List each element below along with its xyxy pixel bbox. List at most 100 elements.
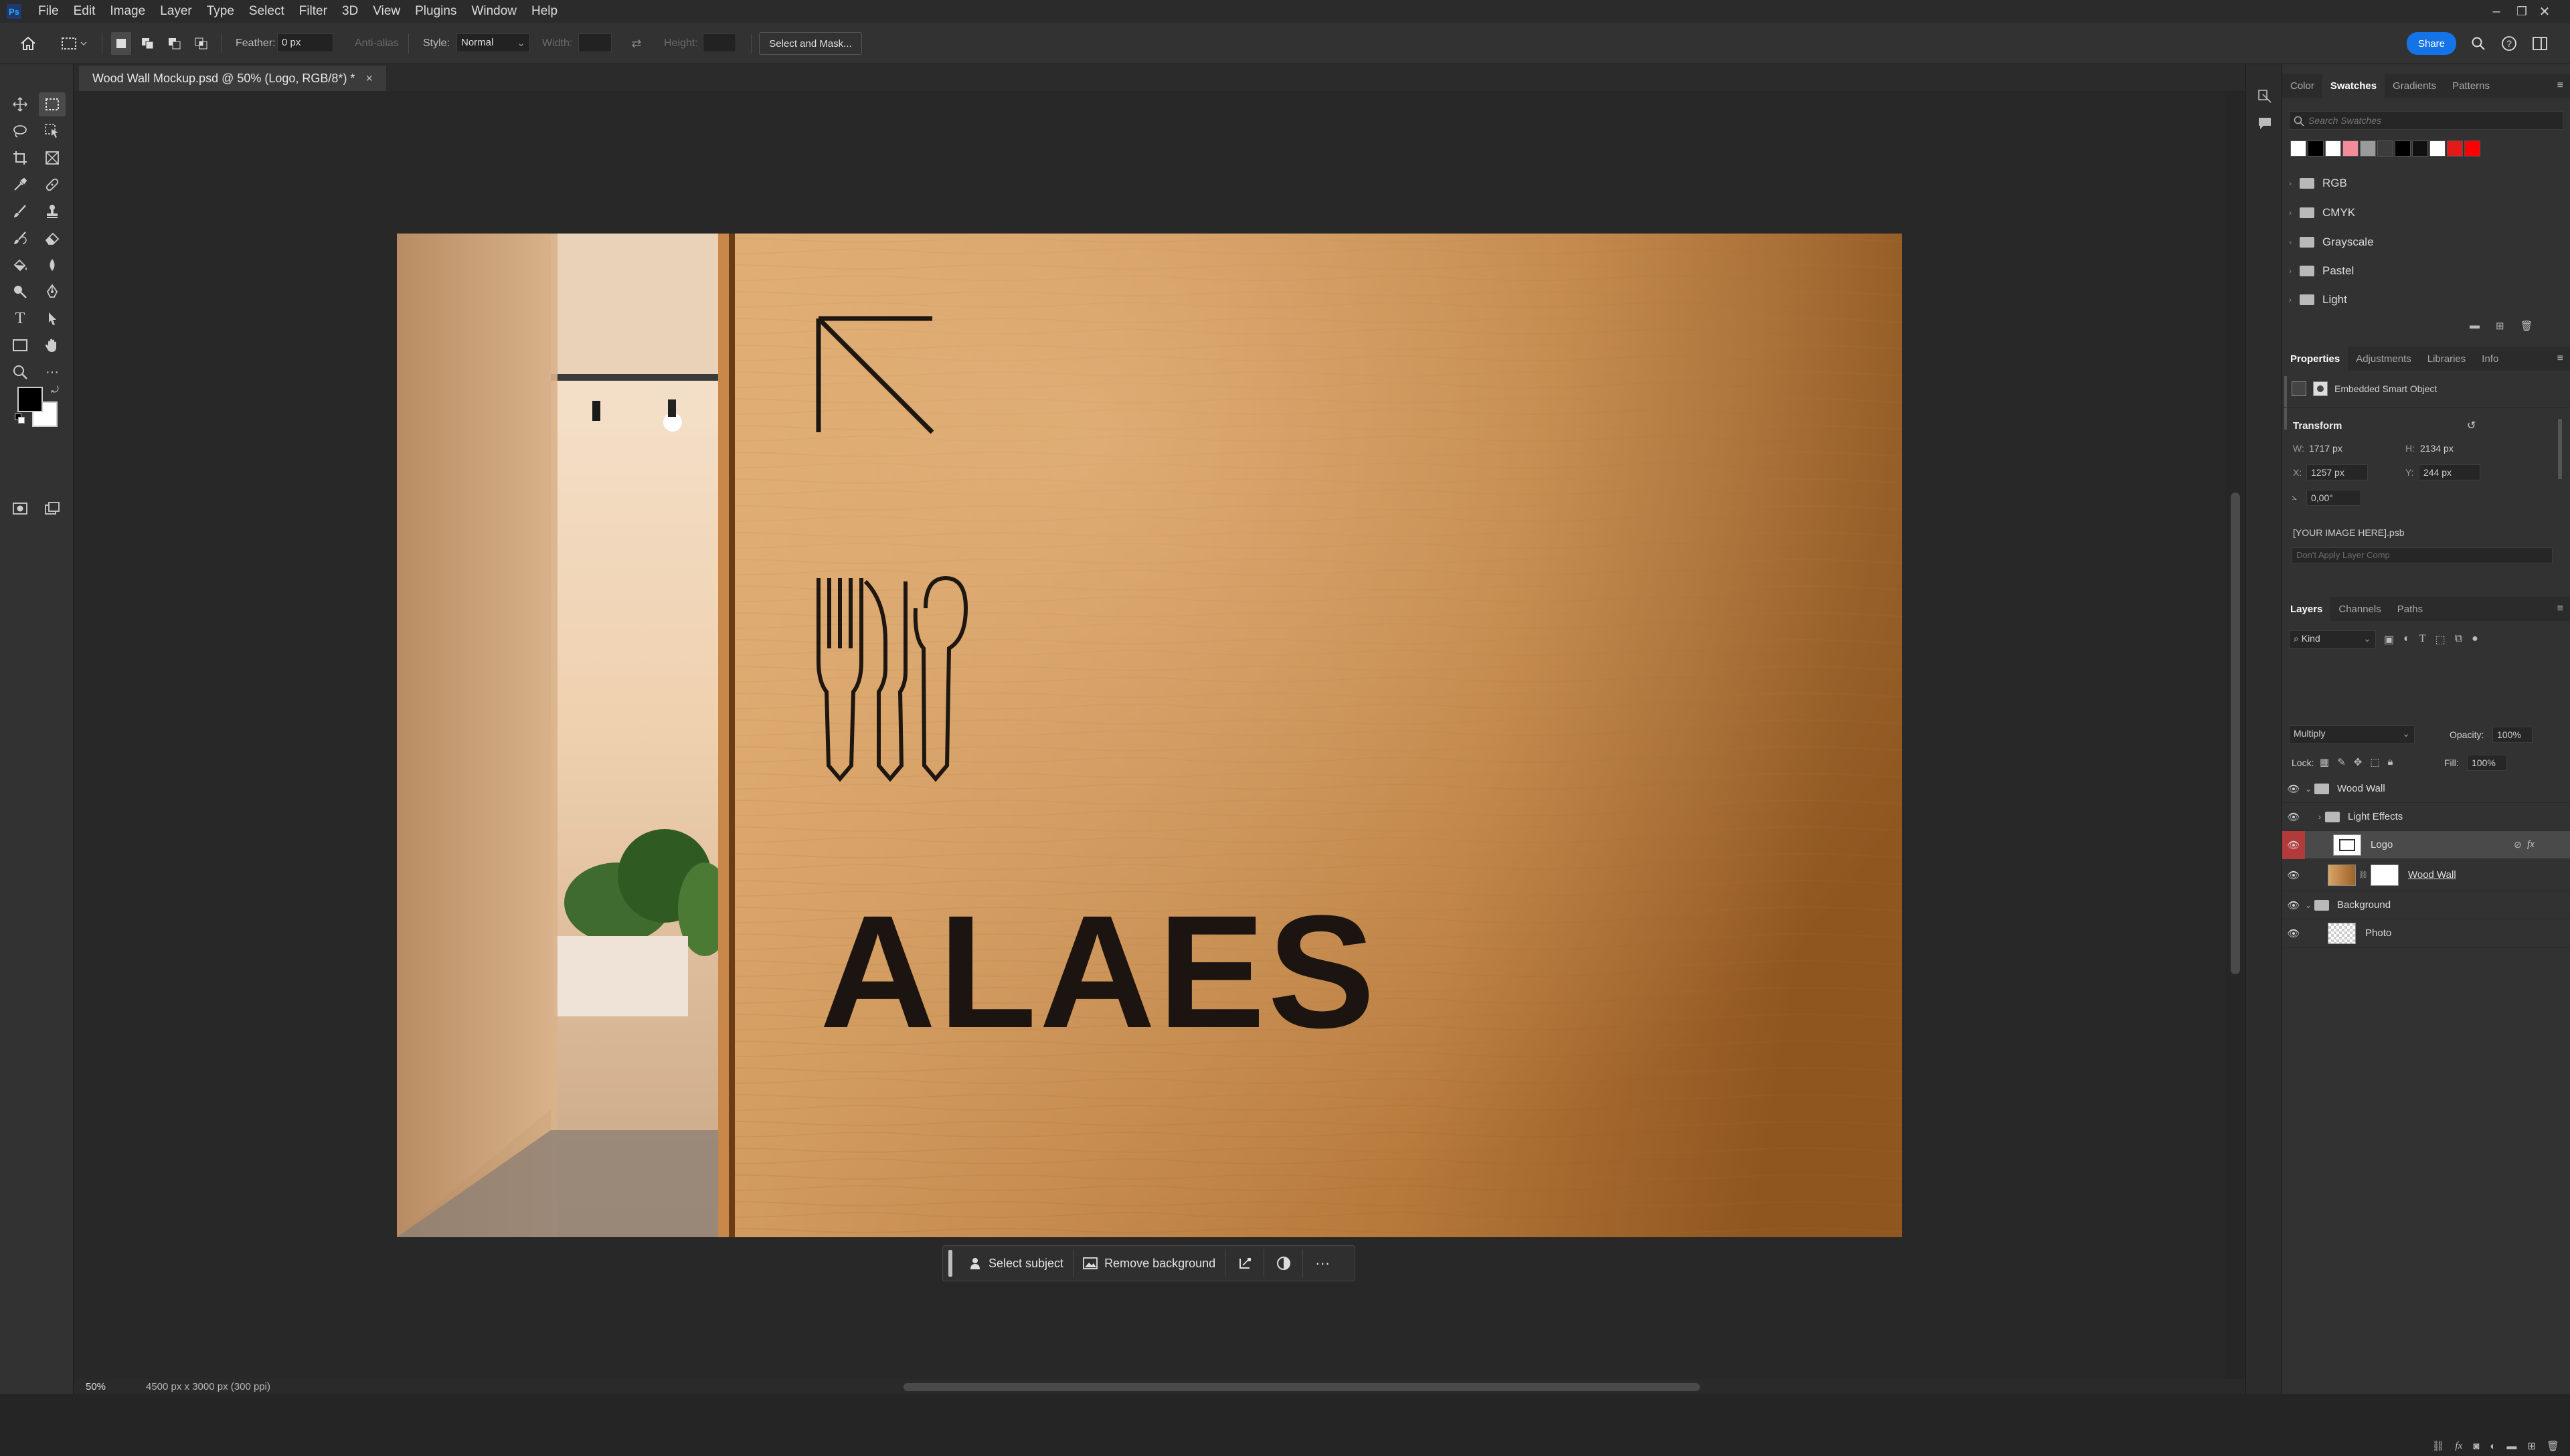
lock-all-icon[interactable]: 🔒︎: [2388, 756, 2393, 768]
hand-tool-icon[interactable]: [39, 333, 66, 357]
pen-tool-icon[interactable]: [39, 280, 66, 304]
foreground-color-swatch[interactable]: [17, 387, 43, 412]
frame-tool-icon[interactable]: [39, 146, 66, 170]
tab-layers[interactable]: Layers: [2282, 597, 2331, 621]
height-value[interactable]: 2134 px: [2420, 443, 2454, 454]
antialias-checkbox[interactable]: Anti-alias: [355, 37, 399, 50]
swatch-group-cmyk[interactable]: › CMYK: [2289, 199, 2557, 227]
home-icon[interactable]: [13, 32, 43, 55]
filter-pixel-icon[interactable]: ▣: [2384, 633, 2394, 646]
y-input[interactable]: 244 px: [2419, 464, 2480, 480]
layer-comp-select[interactable]: Don't Apply Layer Comp: [2292, 547, 2553, 563]
filter-adjustment-icon[interactable]: ◐: [2403, 633, 2410, 646]
layer-row[interactable]: 👁︎ › Light Effects: [2282, 803, 2570, 831]
new-selection-icon[interactable]: [111, 32, 131, 55]
color-swatch[interactable]: [2308, 141, 2324, 157]
drag-handle[interactable]: [948, 1250, 952, 1277]
menu-3d[interactable]: 3D: [335, 4, 365, 19]
delete-swatch-icon[interactable]: 🗑︎: [2520, 320, 2533, 332]
properties-scroll-thumb[interactable]: [2558, 419, 2562, 479]
add-style-icon[interactable]: fx: [2455, 1441, 2462, 1452]
chevron-down-icon[interactable]: ⌄: [2305, 901, 2314, 910]
panel-menu-icon[interactable]: ≡: [2557, 80, 2563, 92]
lock-transparent-icon[interactable]: ▦: [2320, 756, 2329, 768]
history-panel-icon[interactable]: [2251, 84, 2278, 108]
x-input[interactable]: 1257 px: [2306, 464, 2368, 480]
swatch-group-rgb[interactable]: › RGB: [2289, 169, 2557, 197]
swatch-group-grayscale[interactable]: › Grayscale: [2289, 228, 2557, 256]
color-swatch[interactable]: [2325, 141, 2341, 157]
visibility-eye-icon[interactable]: 👁︎: [2282, 803, 2305, 831]
more-options-button[interactable]: ···: [1303, 1249, 1342, 1277]
blur-tool-icon[interactable]: [39, 253, 66, 277]
menu-help[interactable]: Help: [524, 4, 565, 19]
chevron-down-icon[interactable]: ⌄: [2305, 784, 2314, 794]
move-tool-icon[interactable]: [7, 92, 33, 116]
menu-window[interactable]: Window: [464, 4, 524, 19]
clone-stamp-tool-icon[interactable]: [39, 199, 66, 223]
visibility-eye-icon[interactable]: 👁︎: [2282, 830, 2305, 859]
workspace-icon[interactable]: [2529, 32, 2551, 55]
swatches-search-input[interactable]: [2308, 113, 2556, 128]
zoom-tool-icon[interactable]: [7, 360, 33, 384]
visibility-eye-icon[interactable]: 👁︎: [2282, 861, 2305, 889]
layer-row[interactable]: 👁︎ ⌄ Wood Wall: [2282, 775, 2570, 803]
search-icon[interactable]: [2467, 32, 2490, 55]
menu-file[interactable]: File: [31, 4, 66, 19]
close-window-button[interactable]: ✕: [2524, 0, 2565, 23]
color-swatch[interactable]: [2290, 141, 2306, 157]
eyedropper-tool-icon[interactable]: [7, 173, 33, 197]
history-brush-tool-icon[interactable]: [7, 226, 33, 250]
new-adjustment-icon[interactable]: ◐: [2490, 1441, 2496, 1452]
reset-transform-icon[interactable]: ↺: [2467, 419, 2476, 432]
link-layers-icon[interactable]: ⛓︎: [2431, 1440, 2444, 1452]
marquee-preset-icon[interactable]: [58, 32, 91, 55]
vertical-scrollbar[interactable]: [2225, 91, 2245, 1379]
style-select[interactable]: Normal ⌄: [456, 33, 530, 52]
feather-input[interactable]: 0 px: [277, 33, 333, 52]
rectangle-tool-icon[interactable]: [7, 333, 33, 357]
visibility-eye-icon[interactable]: 👁︎: [2282, 919, 2305, 947]
swatches-scroll-thumb[interactable]: [2284, 376, 2287, 430]
swatches-search-field[interactable]: [2289, 111, 2563, 130]
layer-filter-select[interactable]: ⌕ Kind ⌄: [2289, 630, 2376, 649]
new-group-icon[interactable]: ▬: [2470, 320, 2480, 332]
add-selection-icon[interactable]: [138, 32, 158, 55]
panel-menu-icon[interactable]: ≡: [2557, 353, 2563, 365]
tab-channels[interactable]: Channels: [2330, 597, 2389, 621]
angle-input[interactable]: 0,00°: [2306, 490, 2361, 506]
tab-gradients[interactable]: Gradients: [2385, 74, 2444, 98]
color-swatch[interactable]: [2377, 141, 2393, 157]
default-colors-icon[interactable]: [15, 414, 25, 424]
intersect-selection-icon[interactable]: [191, 32, 211, 55]
tab-libraries[interactable]: Libraries: [2419, 347, 2474, 371]
crop-tool-icon[interactable]: [7, 146, 33, 170]
new-swatch-icon[interactable]: ⊞: [2496, 320, 2504, 332]
visibility-eye-icon[interactable]: 👁︎: [2282, 775, 2305, 803]
transform-icon[interactable]: [1225, 1249, 1265, 1277]
quick-mask-icon[interactable]: [7, 496, 33, 521]
select-and-mask-button[interactable]: Select and Mask...: [759, 32, 862, 55]
path-selection-tool-icon[interactable]: [39, 306, 66, 331]
share-button[interactable]: Share: [2407, 32, 2456, 55]
screen-mode-icon[interactable]: [39, 496, 66, 521]
filter-smartobject-icon[interactable]: ⧉: [2455, 633, 2462, 646]
width-value[interactable]: 1717 px: [2309, 443, 2342, 454]
visibility-eye-icon[interactable]: 👁︎: [2282, 891, 2305, 919]
tab-swatches[interactable]: Swatches: [2322, 74, 2385, 98]
swap-colors-icon[interactable]: ⤾: [48, 383, 62, 396]
help-icon[interactable]: ?: [2498, 32, 2520, 55]
edit-toolbar-icon[interactable]: ···: [39, 360, 66, 384]
dodge-tool-icon[interactable]: [7, 280, 33, 304]
height-input[interactable]: [703, 33, 736, 52]
tab-patterns[interactable]: Patterns: [2444, 74, 2498, 98]
fx-icon[interactable]: fx: [2527, 839, 2535, 850]
tab-info[interactable]: Info: [2474, 347, 2506, 371]
width-input[interactable]: [578, 33, 612, 52]
type-tool-icon[interactable]: T: [7, 306, 33, 331]
filter-toggle-icon[interactable]: ●: [2472, 633, 2478, 646]
eraser-tool-icon[interactable]: [39, 226, 66, 250]
menu-select[interactable]: Select: [242, 4, 292, 19]
paint-bucket-tool-icon[interactable]: [7, 253, 33, 277]
horizontal-scroll-thumb[interactable]: [904, 1383, 1700, 1391]
